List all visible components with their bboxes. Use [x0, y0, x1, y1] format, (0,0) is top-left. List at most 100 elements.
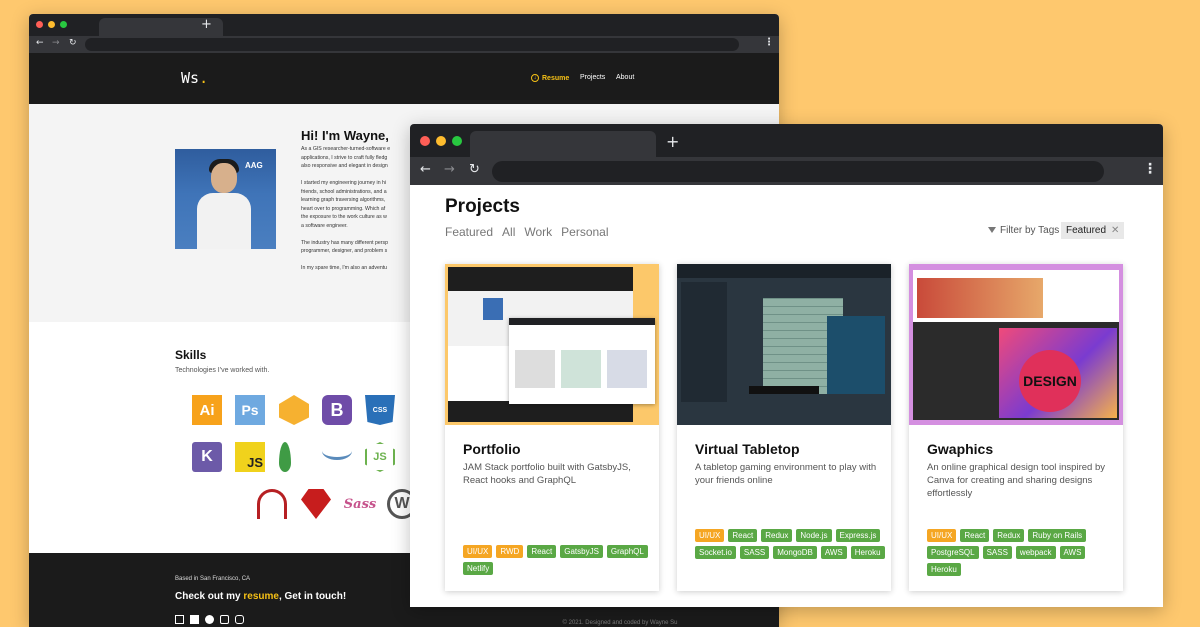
mongodb-icon	[279, 442, 291, 472]
browser-toolbar: ← → ↻ ⋮	[410, 157, 1163, 185]
tag-chip[interactable]: Redux	[993, 529, 1025, 542]
tag-chip[interactable]: PostgreSQL	[927, 546, 979, 559]
thumb-photo	[483, 298, 503, 320]
close-window-button[interactable]	[36, 21, 43, 28]
close-icon[interactable]: ✕	[1111, 225, 1119, 236]
tag-chip[interactable]: React	[728, 529, 758, 542]
forward-arrow-icon[interactable]: →	[52, 38, 60, 48]
project-tags: UI/UX React Redux Ruby on Rails PostgreSQL SA…	[927, 529, 1117, 576]
bio-line: applications, I strive to craft fully fl…	[301, 154, 388, 161]
thumb-topbar	[677, 264, 891, 278]
bio-line: learning graph traversing algorithms,	[301, 197, 386, 204]
nodejs-icon: JS	[365, 442, 395, 472]
new-tab-button[interactable]: +	[201, 17, 212, 32]
rails-icon	[257, 489, 287, 519]
photo-banner-text: AAG	[245, 161, 263, 170]
filter-tab-work[interactable]: Work	[524, 225, 552, 239]
reload-icon[interactable]: ↻	[69, 38, 77, 48]
bio-line: The industry has many different persp	[301, 239, 388, 246]
filter-tab-personal[interactable]: Personal	[561, 225, 608, 239]
project-card-portfolio[interactable]: Portfolio JAM Stack portfolio built with…	[445, 264, 659, 591]
tag-chip[interactable]: Ruby on Rails	[1028, 529, 1087, 542]
resume-link[interactable]: resume	[243, 591, 279, 602]
hero-title: Hi! I'm Wayne,	[301, 128, 389, 143]
bio-line: I started my engineering journey in hi	[301, 180, 387, 186]
tag-chip[interactable]: GraphQL	[606, 545, 648, 558]
bio-line: a software engineer.	[301, 223, 348, 229]
back-arrow-icon[interactable]: ←	[36, 38, 44, 48]
maximize-window-button[interactable]	[60, 21, 67, 28]
tag-chip[interactable]: React	[527, 545, 557, 558]
close-window-button[interactable]	[420, 136, 430, 146]
linkedin-icon[interactable]	[190, 615, 199, 624]
minimize-window-button[interactable]	[48, 21, 55, 28]
tag-chip[interactable]: Heroku	[850, 546, 885, 559]
photo-shirt	[197, 193, 251, 249]
project-description: A tabletop gaming environment to play wi…	[695, 462, 877, 486]
tag-chip[interactable]: Heroku	[927, 563, 961, 576]
tag-chip[interactable]: SASS	[982, 546, 1012, 559]
tag-chip[interactable]: Express.js	[835, 529, 881, 542]
heroku-icon: K	[192, 442, 222, 472]
tag-chip[interactable]: React	[960, 529, 990, 542]
thumb-inner-card1	[515, 350, 555, 388]
project-thumbnail-portfolio	[445, 264, 659, 425]
projects-page: Projects Featured All Work Personal Filt…	[410, 185, 1163, 607]
github-icon[interactable]	[205, 615, 214, 624]
angellist-icon[interactable]	[220, 615, 229, 624]
browser-menu-icon[interactable]: ⋮	[764, 37, 774, 48]
footer-location: Based in San Francisco, CA	[175, 576, 251, 582]
thumb-dock	[749, 386, 819, 394]
address-bar[interactable]	[492, 161, 1104, 182]
site-logo[interactable]: Ws.	[181, 69, 208, 87]
window-controls	[36, 21, 67, 28]
project-description: An online graphical design tool inspired…	[927, 462, 1105, 499]
tag-chip[interactable]: Netlify	[463, 562, 494, 575]
back-arrow-icon[interactable]: ←	[420, 162, 431, 177]
browser-tabstrip: +	[29, 14, 779, 36]
filter-tab-featured[interactable]: Featured	[445, 225, 493, 239]
tag-chip[interactable]: Socket.io	[695, 546, 736, 559]
tag-chip[interactable]: SASS	[739, 546, 770, 559]
email-icon[interactable]	[175, 615, 184, 624]
thumb-login-panel	[827, 316, 885, 394]
project-card-virtual-tabletop[interactable]: Virtual Tabletop A tabletop gaming envir…	[677, 264, 891, 591]
browser-tab[interactable]	[470, 131, 656, 157]
site-header: Ws. ↓ Resume Projects About	[29, 53, 779, 104]
tag-chip[interactable]: AWS	[820, 546, 847, 559]
nav-link-about[interactable]: About	[616, 74, 634, 81]
minimize-window-button[interactable]	[436, 136, 446, 146]
project-description: JAM Stack portfolio built with GatsbyJS,…	[463, 462, 631, 486]
browser-menu-icon[interactable]: ⋮	[1143, 161, 1157, 177]
tag-chip[interactable]: Node.js	[796, 529, 832, 542]
new-tab-button[interactable]: +	[666, 132, 679, 151]
bootstrap-icon: B	[322, 395, 352, 425]
instagram-icon[interactable]	[235, 615, 244, 624]
forward-arrow-icon[interactable]: →	[444, 162, 455, 177]
address-bar[interactable]	[85, 38, 739, 51]
tag-chip[interactable]: AWS	[1059, 546, 1086, 559]
tag-chip[interactable]: Redux	[761, 529, 793, 542]
tag-chip[interactable]: GatsbyJS	[560, 545, 603, 558]
tag-chip[interactable]: RWD	[496, 545, 524, 558]
tag-chip[interactable]: webpack	[1015, 546, 1056, 559]
tag-chip[interactable]: UI/UX	[695, 529, 725, 542]
profile-photo: AAG	[175, 149, 276, 249]
javascript-icon: JS	[235, 442, 265, 472]
reload-icon[interactable]: ↻	[469, 162, 480, 177]
nav-link-resume[interactable]: ↓ Resume	[531, 74, 569, 82]
bio-line: In my spare time, I'm also an adventu	[301, 265, 388, 272]
maximize-window-button[interactable]	[452, 136, 462, 146]
page-title: Projects	[445, 196, 520, 217]
filter-by-tags-button[interactable]: Filter by Tags	[988, 225, 1059, 236]
tag-chip[interactable]: UI/UX	[463, 545, 493, 558]
bio-line: friends, school administrations, and a	[301, 188, 387, 195]
project-card-gwaphics[interactable]: DESIGN Gwaphics An online graphical desi…	[909, 264, 1123, 591]
tag-chip[interactable]: MongoDB	[773, 546, 817, 559]
browser-toolbar: ← → ↻ ⋮	[29, 36, 779, 53]
nav-link-projects[interactable]: Projects	[580, 74, 605, 81]
filter-tab-all[interactable]: All	[502, 225, 515, 239]
tag-chip[interactable]: UI/UX	[927, 529, 957, 542]
mysql-icon	[322, 442, 352, 460]
cta-prefix: Check out my	[175, 591, 244, 602]
